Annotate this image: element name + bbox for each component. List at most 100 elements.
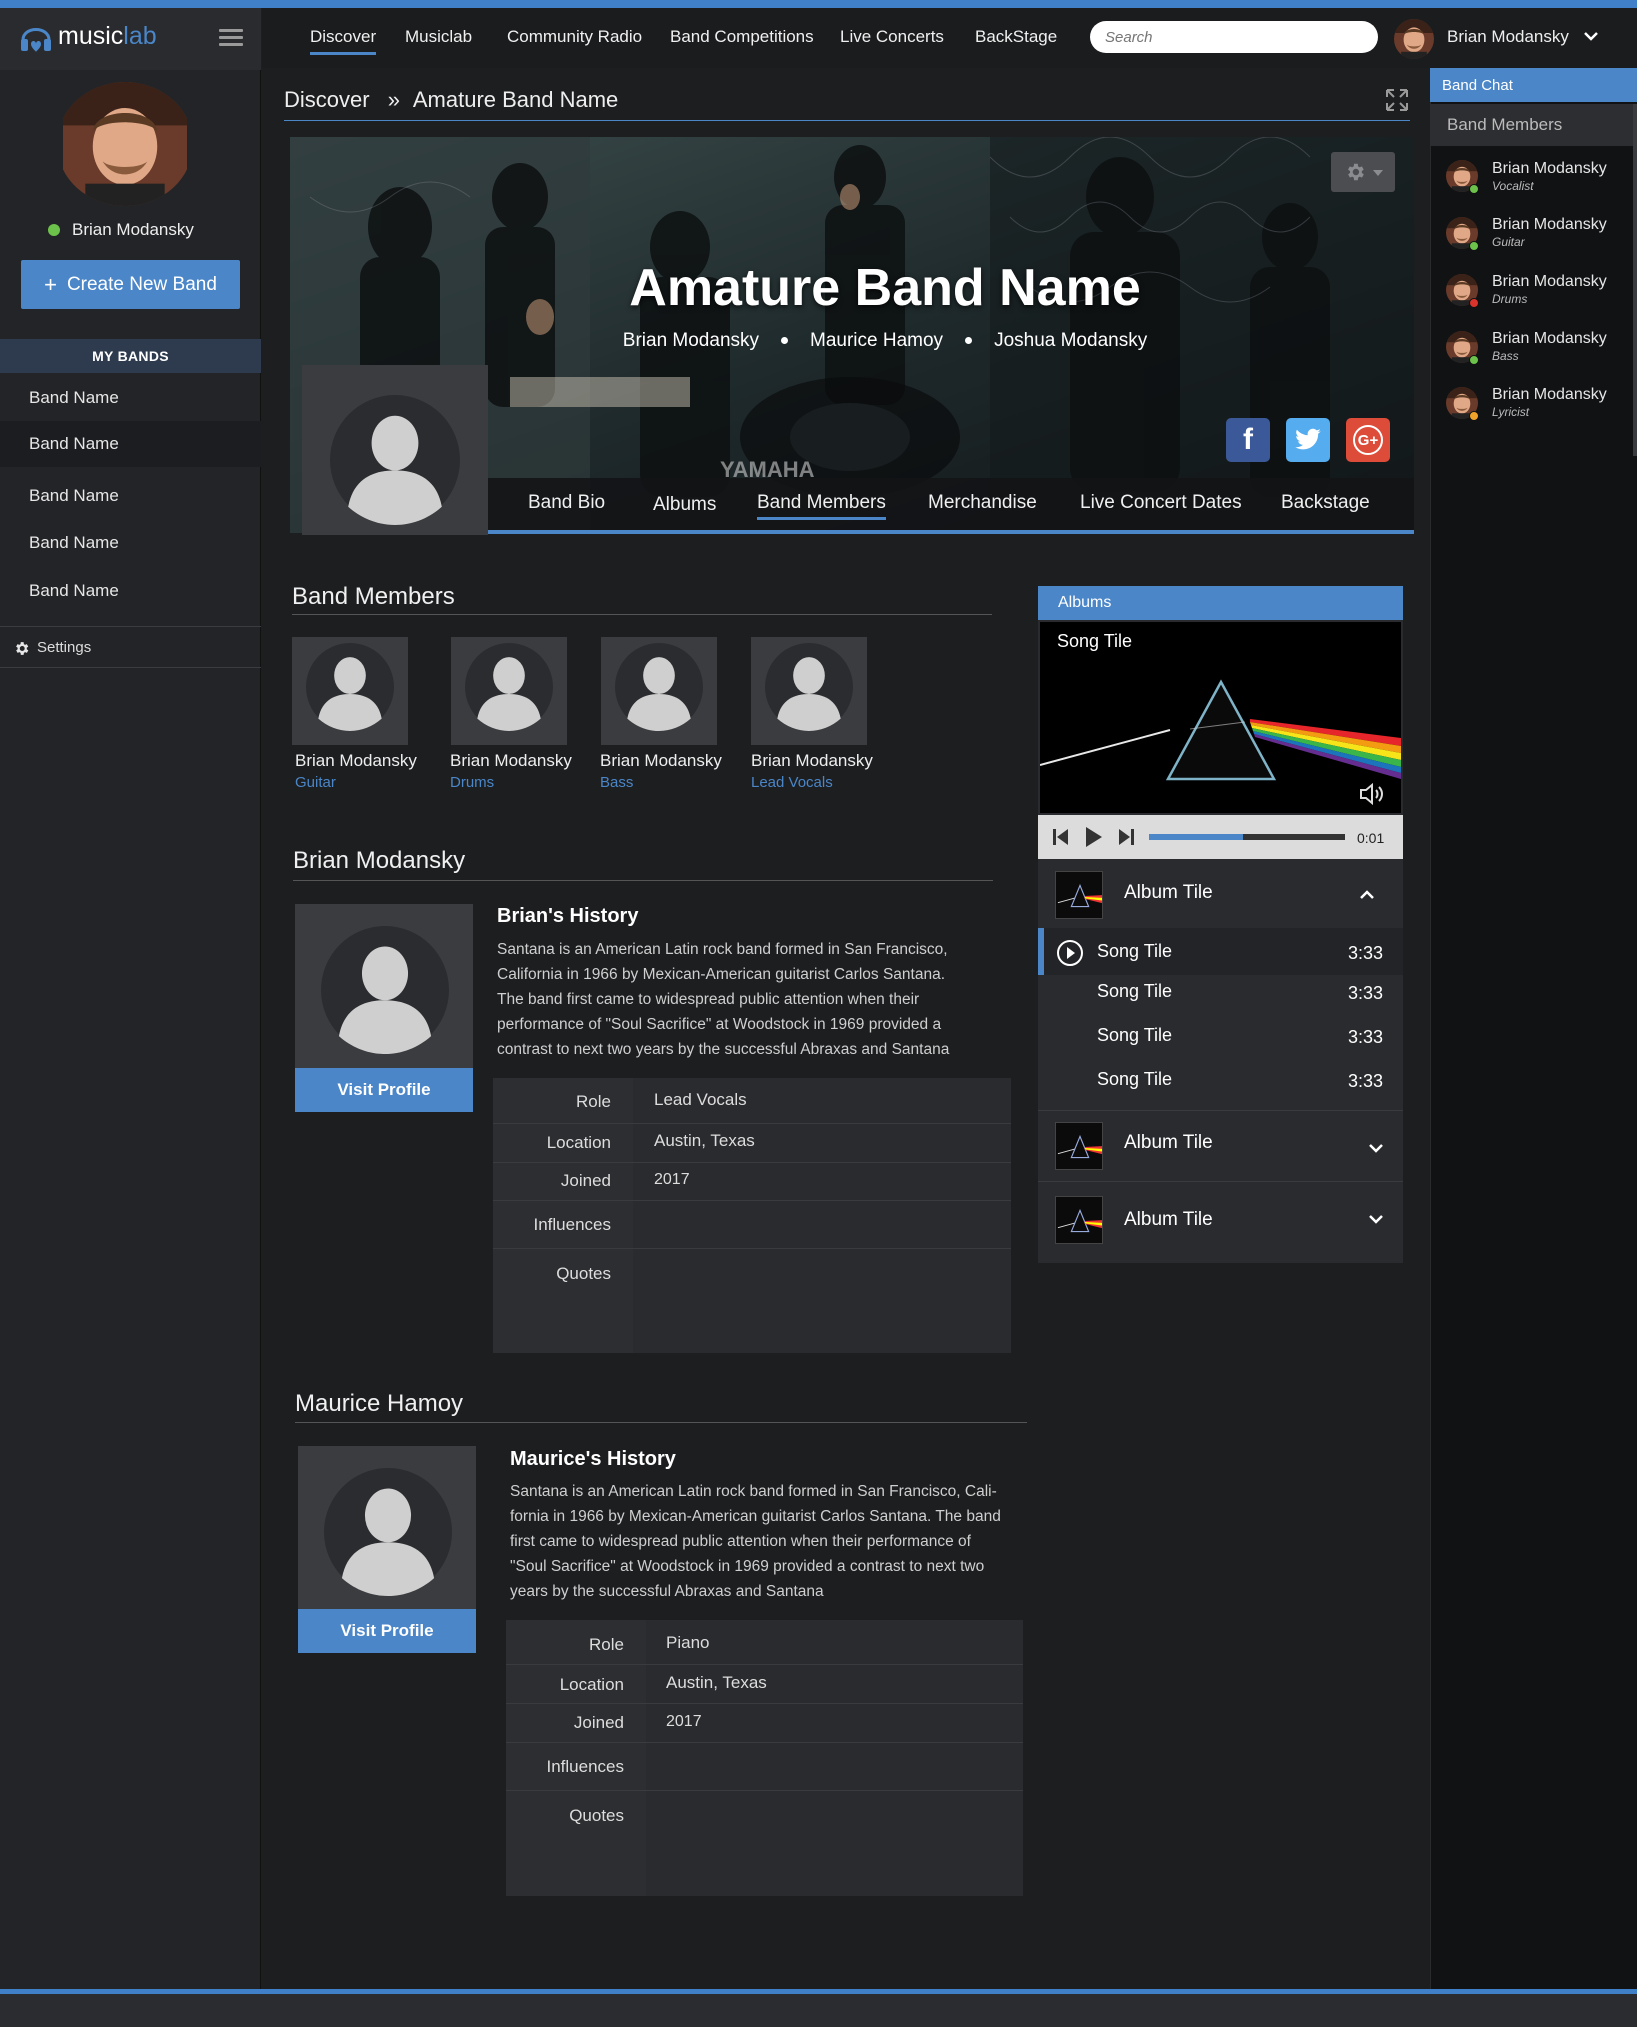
chat-member-name[interactable]: Brian Modansky xyxy=(1492,160,1607,178)
quotes-label: Quotes xyxy=(569,1806,624,1825)
member-name[interactable]: Brian Modansky xyxy=(295,751,417,771)
member-avatar[interactable] xyxy=(292,637,408,745)
band-settings-button[interactable] xyxy=(1331,152,1395,192)
member-name[interactable]: Brian Modansky xyxy=(450,751,572,771)
tab-merchandise[interactable]: Merchandise xyxy=(928,492,1037,514)
chat-member-role: Vocalist xyxy=(1492,179,1534,193)
chevron-down-icon[interactable] xyxy=(1583,30,1599,42)
joined-label: Joined xyxy=(560,1171,611,1190)
facebook-icon[interactable]: f xyxy=(1226,418,1270,462)
nav-community-radio[interactable]: Community Radio xyxy=(507,27,642,47)
song-title[interactable]: Song Tile xyxy=(1097,941,1172,962)
create-new-band-button[interactable]: + Create New Band xyxy=(21,260,240,309)
tab-backstage[interactable]: Backstage xyxy=(1281,492,1370,514)
sidebar-band-item[interactable]: Band Name xyxy=(0,473,261,519)
profile-image[interactable] xyxy=(295,904,473,1079)
sidebar-band-item[interactable]: Band Name xyxy=(0,520,261,566)
album-title[interactable]: Album Tile xyxy=(1124,1209,1213,1231)
tab-band-members[interactable]: Band Members xyxy=(757,492,886,520)
tab-band-bio[interactable]: Band Bio xyxy=(528,492,605,514)
chat-member-name[interactable]: Brian Modansky xyxy=(1492,216,1607,234)
chat-member-name[interactable]: Brian Modansky xyxy=(1492,330,1607,348)
nav-username[interactable]: Brian Modansky xyxy=(1447,27,1569,47)
app-logo[interactable]: musiclab xyxy=(58,22,157,51)
sidebar-band-item[interactable]: Band Name xyxy=(0,568,261,614)
song-duration: 3:33 xyxy=(1348,1027,1384,1047)
band-avatar[interactable] xyxy=(302,365,488,535)
member-role: Bass xyxy=(600,774,634,791)
search-input[interactable] xyxy=(1090,21,1378,53)
sidebar-band-item[interactable]: Band Name xyxy=(0,421,261,467)
section-divider xyxy=(295,1422,1027,1423)
nav-user-avatar[interactable] xyxy=(1394,19,1434,59)
chat-member-name[interactable]: Brian Modansky xyxy=(1492,273,1607,291)
chat-member-role: Drums xyxy=(1492,292,1528,306)
chevron-up-icon[interactable] xyxy=(1359,890,1375,900)
progress-track[interactable] xyxy=(1149,834,1345,840)
sidebar-username: Brian Modansky xyxy=(72,220,194,239)
chat-scrollbar[interactable] xyxy=(1633,104,1637,456)
member-avatar[interactable] xyxy=(751,637,867,745)
member-avatar[interactable] xyxy=(451,637,567,745)
hero-member-name[interactable]: Joshua Modansky xyxy=(994,330,1147,351)
role-label: Role xyxy=(576,1092,611,1111)
song-title[interactable]: Song Tile xyxy=(1097,1025,1172,1046)
twitter-icon[interactable] xyxy=(1286,418,1330,462)
album-list: Album Tile Song Tile 3:33 Song Tile 3:33… xyxy=(1038,859,1403,1263)
member-role: Lead Vocals xyxy=(751,774,833,791)
visit-profile-button[interactable]: Visit Profile xyxy=(298,1609,476,1653)
next-track-icon[interactable] xyxy=(1118,828,1134,846)
song-title[interactable]: Song Tile xyxy=(1097,981,1172,1002)
chevron-down-icon[interactable] xyxy=(1368,1214,1384,1224)
sidebar-band-item[interactable]: Band Name xyxy=(0,375,261,421)
nav-musiclab[interactable]: Musiclab xyxy=(405,27,472,47)
tab-albums[interactable]: Albums xyxy=(653,494,716,516)
band-title: Amature Band Name xyxy=(629,259,1141,317)
song-title[interactable]: Song Tile xyxy=(1097,1069,1172,1090)
location-link[interactable]: Austin, Texas xyxy=(666,1673,767,1693)
chat-member-name[interactable]: Brian Modansky xyxy=(1492,386,1607,404)
visit-profile-button[interactable]: Visit Profile xyxy=(295,1068,473,1112)
nav-discover[interactable]: Discover xyxy=(310,27,377,55)
album-title[interactable]: Album Tile xyxy=(1124,1132,1213,1154)
history-title: Brian's History xyxy=(497,905,639,927)
history-line: Santana is an American Latin rock band f… xyxy=(497,941,948,958)
hero-member-name[interactable]: Maurice Hamoy xyxy=(810,330,943,351)
member-name[interactable]: Brian Modansky xyxy=(751,751,873,771)
volume-icon[interactable] xyxy=(1358,782,1386,806)
album-title[interactable]: Album Tile xyxy=(1124,882,1213,904)
online-status-dot xyxy=(48,224,60,236)
joined-value: 2017 xyxy=(654,1171,690,1188)
member-avatar[interactable] xyxy=(601,637,717,745)
google-plus-icon[interactable]: G+ xyxy=(1346,418,1390,462)
member-name[interactable]: Brian Modansky xyxy=(600,751,722,771)
hero-member-list: Brian Modansky Maurice Hamoy Joshua Modans… xyxy=(290,330,1480,352)
nav-backstage[interactable]: BackStage xyxy=(975,27,1057,47)
chevron-down-icon[interactable] xyxy=(1368,1143,1384,1153)
sidebar-user-avatar[interactable] xyxy=(57,82,193,206)
role-value: Piano xyxy=(666,1633,710,1652)
expand-icon[interactable] xyxy=(1385,88,1409,112)
album-thumbnail xyxy=(1055,1196,1103,1244)
location-link[interactable]: Austin, Texas xyxy=(654,1131,755,1151)
profile-name-heading[interactable]: Brian Modansky xyxy=(293,847,465,875)
playback-time: 0:01 xyxy=(1357,830,1385,846)
status-dot xyxy=(1469,411,1479,421)
tab-live-concert-dates[interactable]: Live Concert Dates xyxy=(1080,492,1242,514)
breadcrumb-root[interactable]: Discover xyxy=(284,87,370,112)
history-line: performance of "Soul Sacrifice" at Woods… xyxy=(497,1016,942,1033)
hero-member-name[interactable]: Brian Modansky xyxy=(623,330,759,351)
album-divider xyxy=(1038,1181,1403,1182)
history-line: California in 1966 by Mexican-American g… xyxy=(497,966,945,983)
band-chat-header[interactable]: Band Chat xyxy=(1430,68,1637,102)
profile-name-heading[interactable]: Maurice Hamoy xyxy=(295,1390,463,1418)
previous-track-icon[interactable] xyxy=(1053,828,1069,846)
play-icon[interactable] xyxy=(1085,826,1103,848)
nav-live-concerts[interactable]: Live Concerts xyxy=(840,27,944,47)
history-text: Santana is an American Latin rock band f… xyxy=(497,937,1017,1062)
profile-image[interactable] xyxy=(298,1446,476,1621)
hamburger-menu-icon[interactable] xyxy=(219,29,243,50)
settings-link[interactable]: Settings xyxy=(0,626,261,668)
nav-band-competitions[interactable]: Band Competitions xyxy=(670,27,814,47)
play-circle-icon[interactable] xyxy=(1056,939,1084,967)
